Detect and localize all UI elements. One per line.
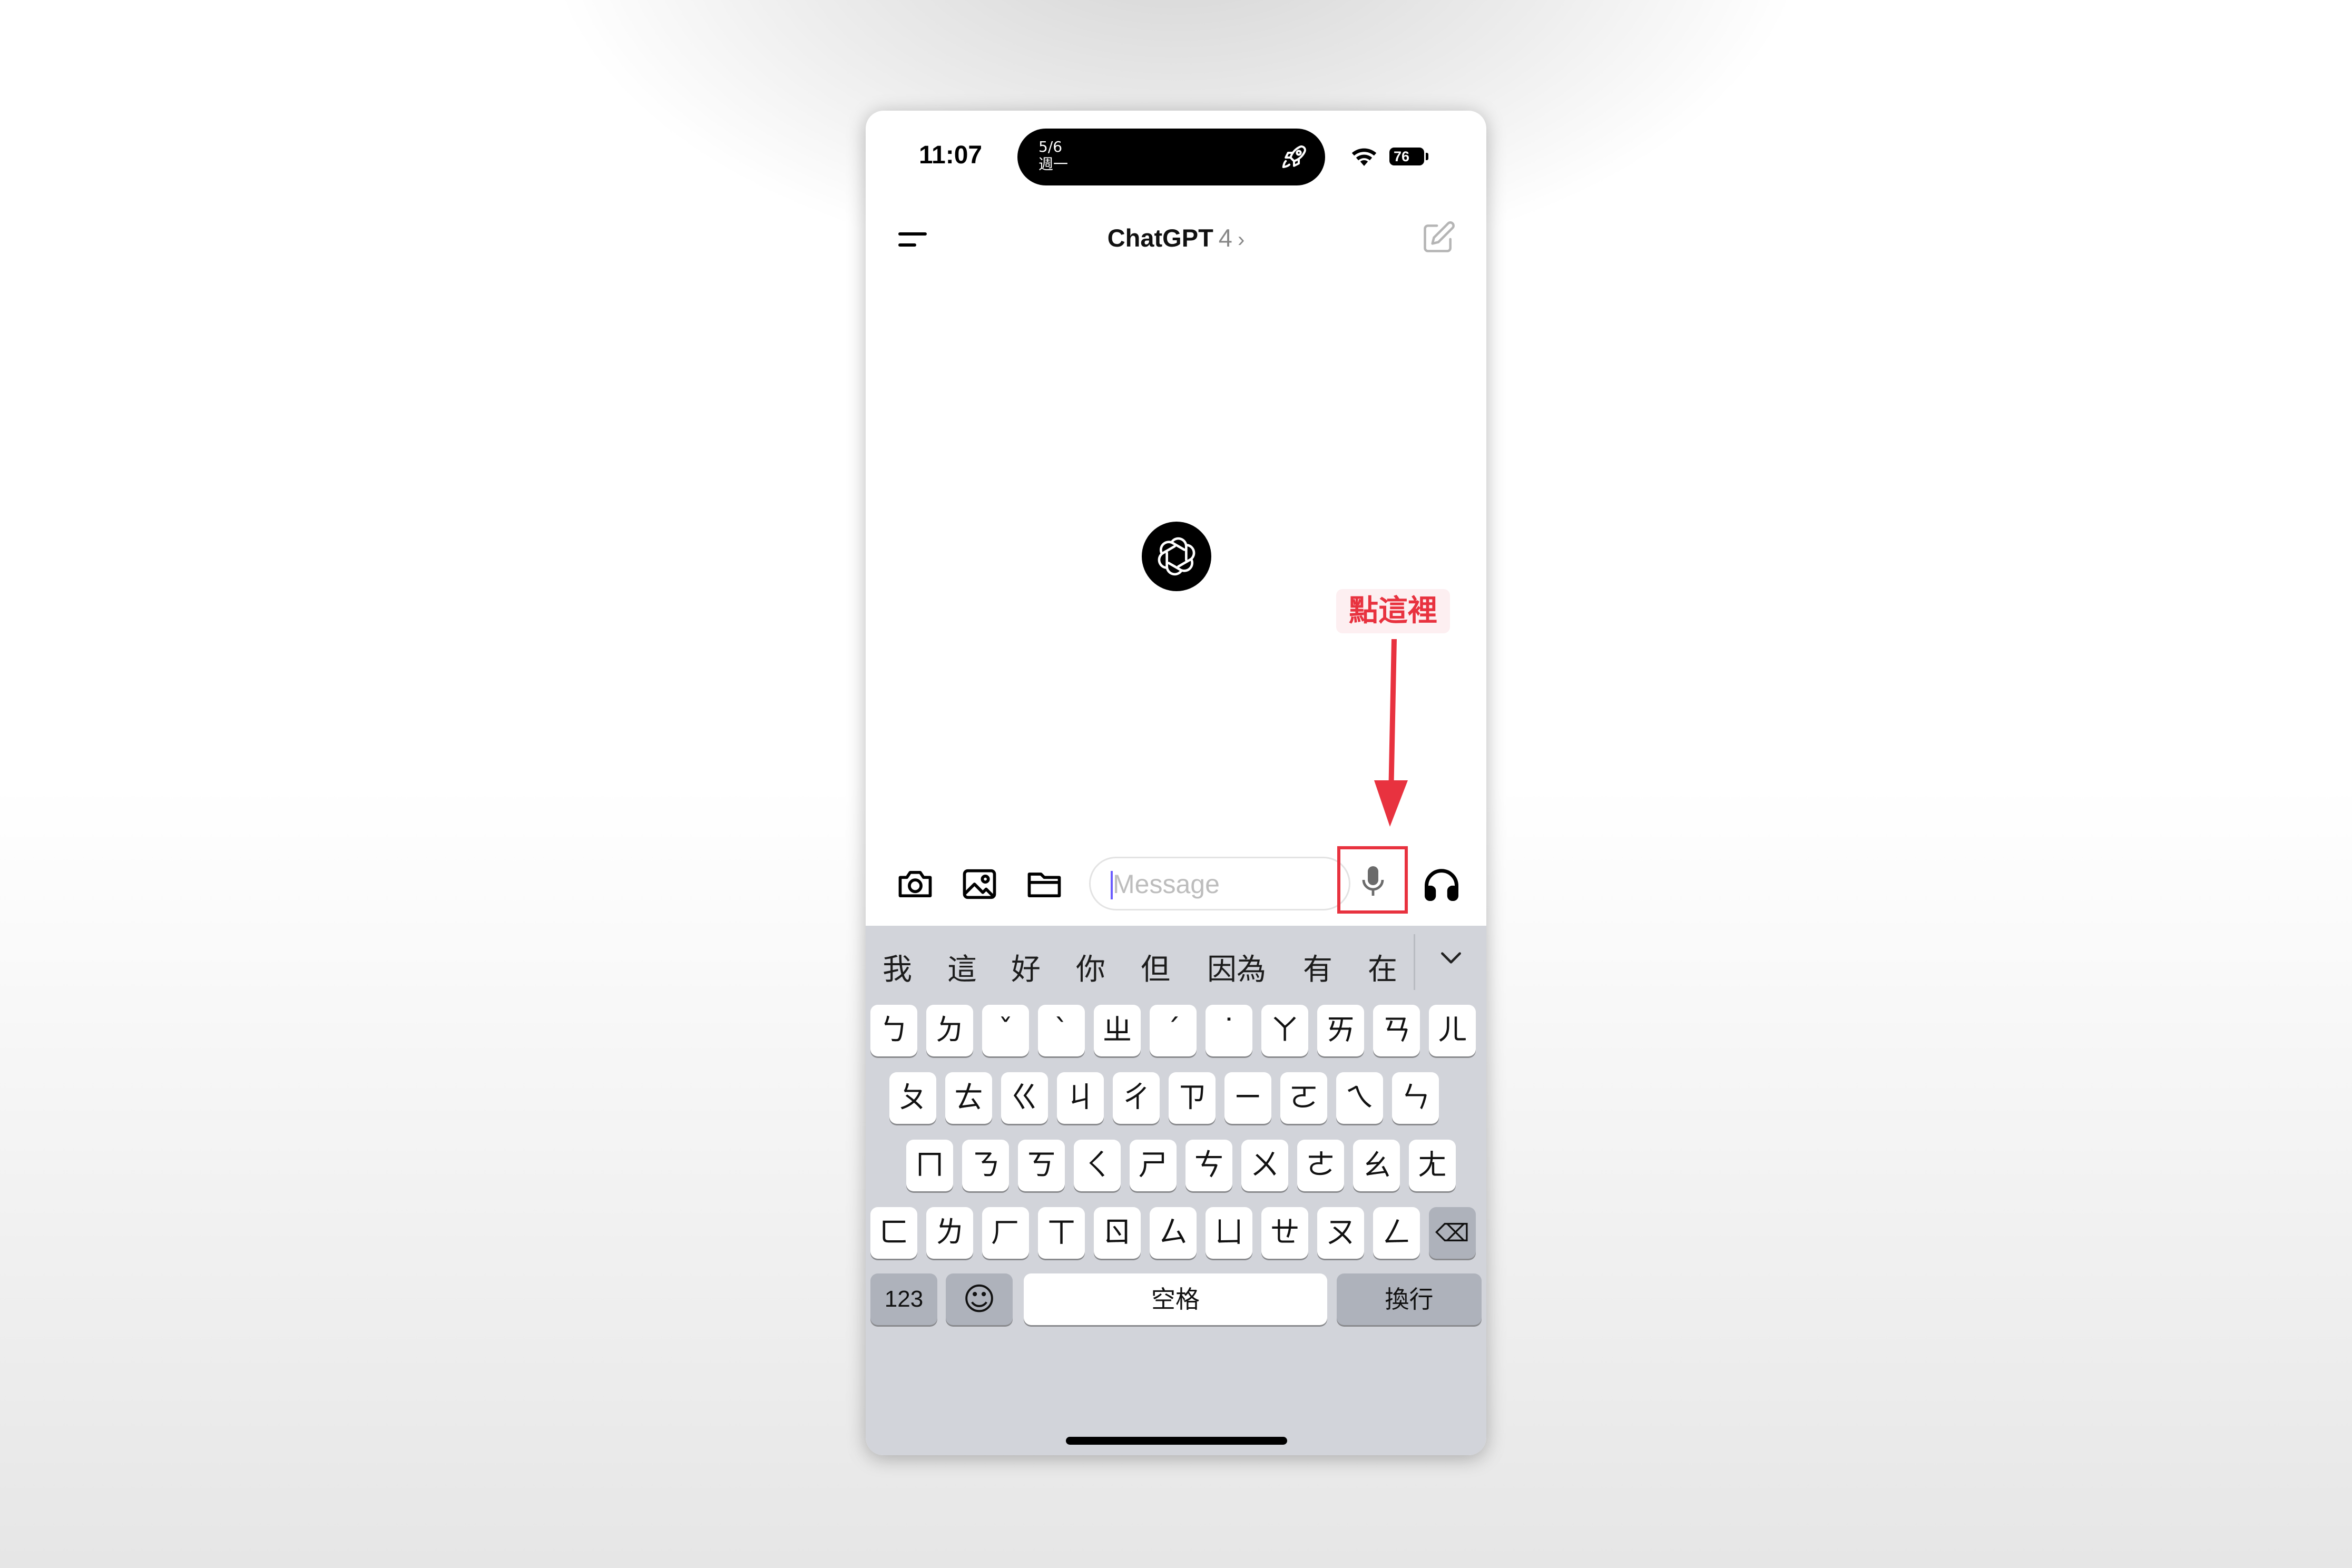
key[interactable]: ㄣ [1392,1072,1439,1124]
key[interactable]: ㄠ [1353,1140,1400,1191]
key[interactable]: ㄨ [1241,1140,1288,1191]
candidate-word[interactable]: 因為 [1207,946,1266,988]
openai-logo [1142,522,1211,591]
chevron-right-icon: › [1237,228,1245,251]
key[interactable]: ㄡ [1317,1207,1364,1259]
key[interactable]: ㄙ [1150,1207,1197,1259]
zhuyin-keyboard: 我 這 好 你 但 因為 有 在 ㄅ ㄉ ˇ ˋ ㄓ ˊ ˙ ㄚ ㄞ ㄢ ㄦ ㄆ… [866,926,1486,1455]
key[interactable]: ㄊ [945,1072,992,1124]
app-title: ChatGPT [1107,224,1213,252]
key[interactable]: ㄞ [1317,1005,1364,1056]
key[interactable]: ㄉ [926,1005,973,1056]
battery-tip [1426,153,1428,160]
microphone-icon [1362,866,1384,896]
key[interactable]: ㄦ [1429,1005,1476,1056]
key[interactable]: ㄔ [1113,1072,1160,1124]
rocket-icon [1282,145,1306,169]
key[interactable]: ㄓ [1094,1005,1141,1056]
numbers-key[interactable]: 123 [870,1273,937,1325]
key[interactable]: ㄌ [926,1207,973,1259]
wifi-icon [1351,148,1377,166]
key[interactable]: ㄚ [1261,1005,1308,1056]
key[interactable]: ㄗ [1169,1072,1216,1124]
key[interactable]: ㄢ [1373,1005,1420,1056]
key[interactable]: ㄋ [962,1140,1009,1191]
openai-logo-icon [1158,537,1195,576]
photo-icon[interactable] [959,864,999,904]
island-date-text: 5/6 [1038,138,1063,155]
camera-icon[interactable] [895,864,935,904]
key[interactable]: ㄧ [1224,1072,1271,1124]
key[interactable]: ㄎ [1018,1140,1065,1191]
chevron-down-icon[interactable] [1438,945,1464,971]
key[interactable]: ㄩ [1206,1207,1252,1259]
key[interactable]: ㄅ [870,1005,917,1056]
island-date: 5/6 週一 [1038,138,1068,173]
candidate-word[interactable]: 有 [1303,946,1332,988]
folder-icon[interactable] [1024,864,1064,904]
return-key[interactable]: 換行 [1337,1273,1482,1325]
island-weekday-text: 週一 [1038,155,1069,173]
key[interactable]: ㄆ [889,1072,936,1124]
candidate-word[interactable]: 在 [1368,946,1397,988]
key[interactable]: ㄇ [906,1140,953,1191]
key[interactable]: ㄈ [870,1207,917,1259]
key[interactable]: ㄜ [1297,1140,1344,1191]
new-chat-icon[interactable] [1420,220,1456,256]
headphones-icon[interactable] [1422,864,1462,904]
key[interactable]: ㄏ [982,1207,1029,1259]
key[interactable]: ㄐ [1057,1072,1104,1124]
dynamic-island[interactable]: 5/6 週一 [1017,129,1325,185]
annotation-label: 點這裡 [1336,589,1450,633]
battery-indicator: 76 [1389,148,1424,165]
key[interactable]: ㄘ [1185,1140,1232,1191]
key[interactable]: ㄤ [1409,1140,1456,1191]
model-selector[interactable]: ChatGPT 4 › [866,223,1486,252]
phone-screen: 11:07 5/6 週一 76 ChatGPT 4 › 點這裡 Message … [866,111,1486,1455]
candidate-word[interactable]: 好 [1011,946,1041,988]
candidate-word[interactable]: 但 [1141,946,1170,988]
key[interactable]: ㄑ [1074,1140,1121,1191]
key[interactable]: ㄥ [1373,1207,1420,1259]
key[interactable]: ㄝ [1261,1207,1308,1259]
key[interactable]: ㄖ [1094,1207,1141,1259]
candidate-word[interactable]: 這 [947,946,977,988]
model-version: 4 [1218,224,1232,252]
key[interactable]: ㄒ [1038,1207,1085,1259]
key[interactable]: ˇ [982,1005,1029,1056]
message-input[interactable] [1089,857,1350,910]
key[interactable]: ㄟ [1336,1072,1383,1124]
backspace-key[interactable]: ⌫ [1429,1207,1476,1259]
key[interactable]: ㄕ [1130,1140,1177,1191]
key[interactable]: ˋ [1038,1005,1085,1056]
space-key[interactable]: 空格 [1024,1273,1327,1325]
emoji-key[interactable]: ☺ [946,1273,1013,1325]
status-time: 11:07 [919,141,983,169]
key[interactable]: ㄛ [1280,1072,1327,1124]
candidate-bar: 我 這 好 你 但 因為 有 在 [866,926,1486,995]
candidate-word[interactable]: 我 [883,946,912,988]
home-indicator[interactable] [1066,1437,1287,1445]
candidate-word[interactable]: 你 [1076,946,1105,988]
annotation-arrow-icon [1374,639,1408,827]
key[interactable]: ˙ [1206,1005,1252,1056]
key[interactable]: ㄍ [1001,1072,1048,1124]
voice-input-button[interactable] [1337,846,1408,914]
candidate-divider [1414,934,1415,990]
message-field[interactable] [1112,868,1325,900]
key[interactable]: ˊ [1150,1005,1197,1056]
